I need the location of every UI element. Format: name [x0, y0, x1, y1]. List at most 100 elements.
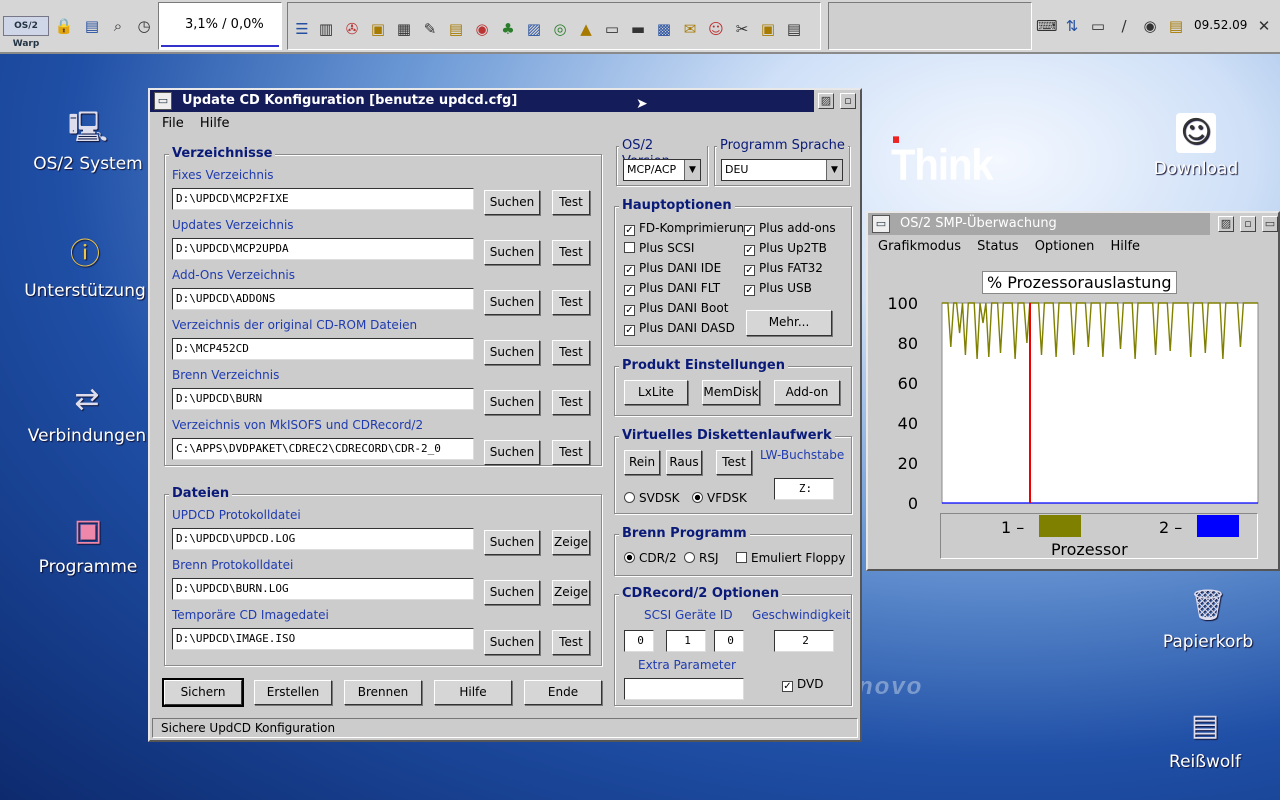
desktop-icon-shredder[interactable]: ▤ Reißwolf [1140, 706, 1270, 772]
dir-suchen-button[interactable]: Suchen [484, 290, 540, 315]
dir-field[interactable]: D:\MCP452CD [172, 338, 474, 360]
dir-test-button[interactable]: Test [552, 290, 590, 315]
printer-icon[interactable]: ✇ [342, 19, 362, 39]
file-field[interactable]: D:\UPDCD\BURN.LOG [172, 578, 474, 600]
vlc-icon[interactable]: ▲ [576, 19, 596, 39]
tree-icon[interactable]: ♣ [498, 19, 518, 39]
os2-version-select[interactable]: MCP/ACP ▼ [623, 159, 701, 181]
vfdsk-radio[interactable]: VFDSK [692, 490, 747, 506]
eye-icon[interactable]: ◉ [1140, 16, 1160, 36]
scsi-bus-field[interactable]: 0 [624, 630, 654, 652]
option-checkbox[interactable]: ✓ Plus DANI FLT [624, 280, 720, 296]
file-suchen-button[interactable]: Suchen [484, 630, 540, 655]
desktop-icon-download[interactable]: ☺ Download [1131, 113, 1261, 179]
svdsk-radio[interactable]: SVDSK [624, 490, 680, 506]
option-checkbox[interactable]: ✓ Plus FAT32 [744, 260, 823, 276]
erstellen-button[interactable]: Erstellen [254, 680, 332, 705]
desktop-icon-connections[interactable]: ⇄ Verbindungen [22, 380, 152, 446]
option-checkbox[interactable]: ✓ FD-Komprimierun [624, 220, 744, 236]
dir-suchen-button[interactable]: Suchen [484, 440, 540, 465]
desktop-icon-support[interactable]: ⓘ Unterstützung [20, 235, 150, 301]
dir-test-button[interactable]: Test [552, 340, 590, 365]
clock-icon[interactable]: ◷ [134, 16, 154, 36]
search-icon[interactable]: ⌕ [108, 16, 128, 36]
dir-field[interactable]: C:\APPS\DVDPAKET\CDREC2\CDRECORD\CDR-2_0 [172, 438, 474, 460]
archive-icon[interactable]: ▣ [758, 19, 778, 39]
file-action-button[interactable]: Zeige [552, 580, 590, 605]
dir-test-button[interactable]: Test [552, 190, 590, 215]
menu-hilfe[interactable]: Hilfe [1110, 239, 1140, 254]
lxlite-button[interactable]: LxLite [624, 380, 688, 405]
dir-test-button[interactable]: Test [552, 390, 590, 415]
terminal-icon[interactable]: ▤ [784, 19, 804, 39]
document-icon[interactable]: ✉ [680, 19, 700, 39]
restore-button[interactable]: ▭ [1262, 216, 1278, 232]
folder-icon[interactable]: ▣ [368, 19, 388, 39]
cpu-monitor-widget[interactable]: 3,1% / 0,0% [158, 2, 282, 50]
books-icon[interactable]: ▤ [82, 16, 102, 36]
usb-icon[interactable]: ⌨ [1036, 16, 1058, 36]
dir-test-button[interactable]: Test [552, 440, 590, 465]
scsi-target-field[interactable]: 1 [666, 630, 706, 652]
brennen-button[interactable]: Brennen [344, 680, 422, 705]
pen-icon[interactable]: / [1114, 16, 1134, 36]
option-checkbox[interactable]: Plus SCSI [624, 240, 694, 256]
close-taskbar-icon[interactable]: ✕ [1254, 16, 1274, 36]
window-list-area[interactable] [828, 2, 1032, 50]
file-field[interactable]: D:\UPDCD\IMAGE.ISO [172, 628, 474, 650]
monitor-icon[interactable]: ▭ [602, 19, 622, 39]
maximize-button[interactable]: ▨ [1218, 216, 1234, 232]
more-button[interactable]: Mehr... [746, 310, 832, 336]
editor-icon[interactable]: ✎ [420, 19, 440, 39]
option-checkbox[interactable]: ✓ Plus DANI IDE [624, 260, 721, 276]
disk-icon[interactable]: ▥ [316, 19, 336, 39]
menu-status[interactable]: Status [977, 239, 1018, 254]
os2-logo[interactable]: OS/2 Warp [3, 16, 49, 49]
scanner-icon[interactable]: ▬ [628, 19, 648, 39]
language-select[interactable]: DEU ▼ [721, 159, 843, 181]
memdisk-button[interactable]: MemDisk [702, 380, 760, 405]
firefox-icon[interactable]: ◉ [472, 19, 492, 39]
dir-field[interactable]: D:\UPDCD\ADDONS [172, 288, 474, 310]
dvd-checkbox[interactable]: ✓ DVD [782, 676, 823, 692]
hilfe-button[interactable]: Hilfe [434, 680, 512, 705]
tools-icon[interactable]: ✂ [732, 19, 752, 39]
floppy-test-button[interactable]: Test [716, 450, 752, 475]
minimize-button[interactable]: ▫ [1240, 216, 1256, 232]
desktop-icon-os2-system[interactable]: 🖳 OS/2 System [23, 108, 153, 174]
extra-parameter-field[interactable] [624, 678, 744, 700]
calculator-icon[interactable]: ▦ [394, 19, 414, 39]
cdr2-radio[interactable]: CDR/2 [624, 550, 677, 566]
ende-button[interactable]: Ende [524, 680, 602, 705]
scsi-lun-field[interactable]: 0 [714, 630, 744, 652]
minimize-button[interactable]: ▫ [840, 93, 856, 109]
chart-icon[interactable]: ▩ [654, 19, 674, 39]
lock-icon[interactable]: 🔒 [54, 16, 74, 36]
disc-icon[interactable]: ◎ [550, 19, 570, 39]
speed-field[interactable]: 2 [774, 630, 834, 652]
dir-suchen-button[interactable]: Suchen [484, 240, 540, 265]
option-checkbox[interactable]: ✓ Plus add-ons [744, 220, 836, 236]
drives-icon[interactable]: ☰ [292, 19, 312, 39]
battery-icon[interactable]: ▭ [1088, 16, 1108, 36]
option-checkbox[interactable]: ✓ Plus DANI DASD [624, 320, 735, 336]
memo-icon[interactable]: ▤ [1166, 16, 1186, 36]
dir-test-button[interactable]: Test [552, 240, 590, 265]
option-checkbox[interactable]: ✓ Plus Up2TB [744, 240, 827, 256]
desktop-icon-trash[interactable]: 🗑 Papierkorb [1143, 586, 1273, 652]
updcd-titlebar[interactable]: ▭ Update CD Konfiguration [benutze updcd… [150, 90, 814, 112]
system-menu-icon[interactable]: ▭ [872, 215, 890, 233]
notes-icon[interactable]: ▤ [446, 19, 466, 39]
desktop-icon-programs[interactable]: ▣ Programme [23, 511, 153, 577]
menu-hilfe[interactable]: Hilfe [200, 116, 230, 131]
dir-field[interactable]: D:\UPDCD\MCP2UPDA [172, 238, 474, 260]
dir-field[interactable]: D:\UPDCD\BURN [172, 388, 474, 410]
network-status-icon[interactable]: ⇅ [1062, 16, 1082, 36]
file-field[interactable]: D:\UPDCD\UPDCD.LOG [172, 528, 474, 550]
menu-file[interactable]: File [162, 116, 184, 131]
picture-icon[interactable]: ▨ [524, 19, 544, 39]
file-suchen-button[interactable]: Suchen [484, 530, 540, 555]
option-checkbox[interactable]: ✓ Plus USB [744, 280, 812, 296]
addon-button[interactable]: Add-on [774, 380, 840, 405]
dir-suchen-button[interactable]: Suchen [484, 340, 540, 365]
